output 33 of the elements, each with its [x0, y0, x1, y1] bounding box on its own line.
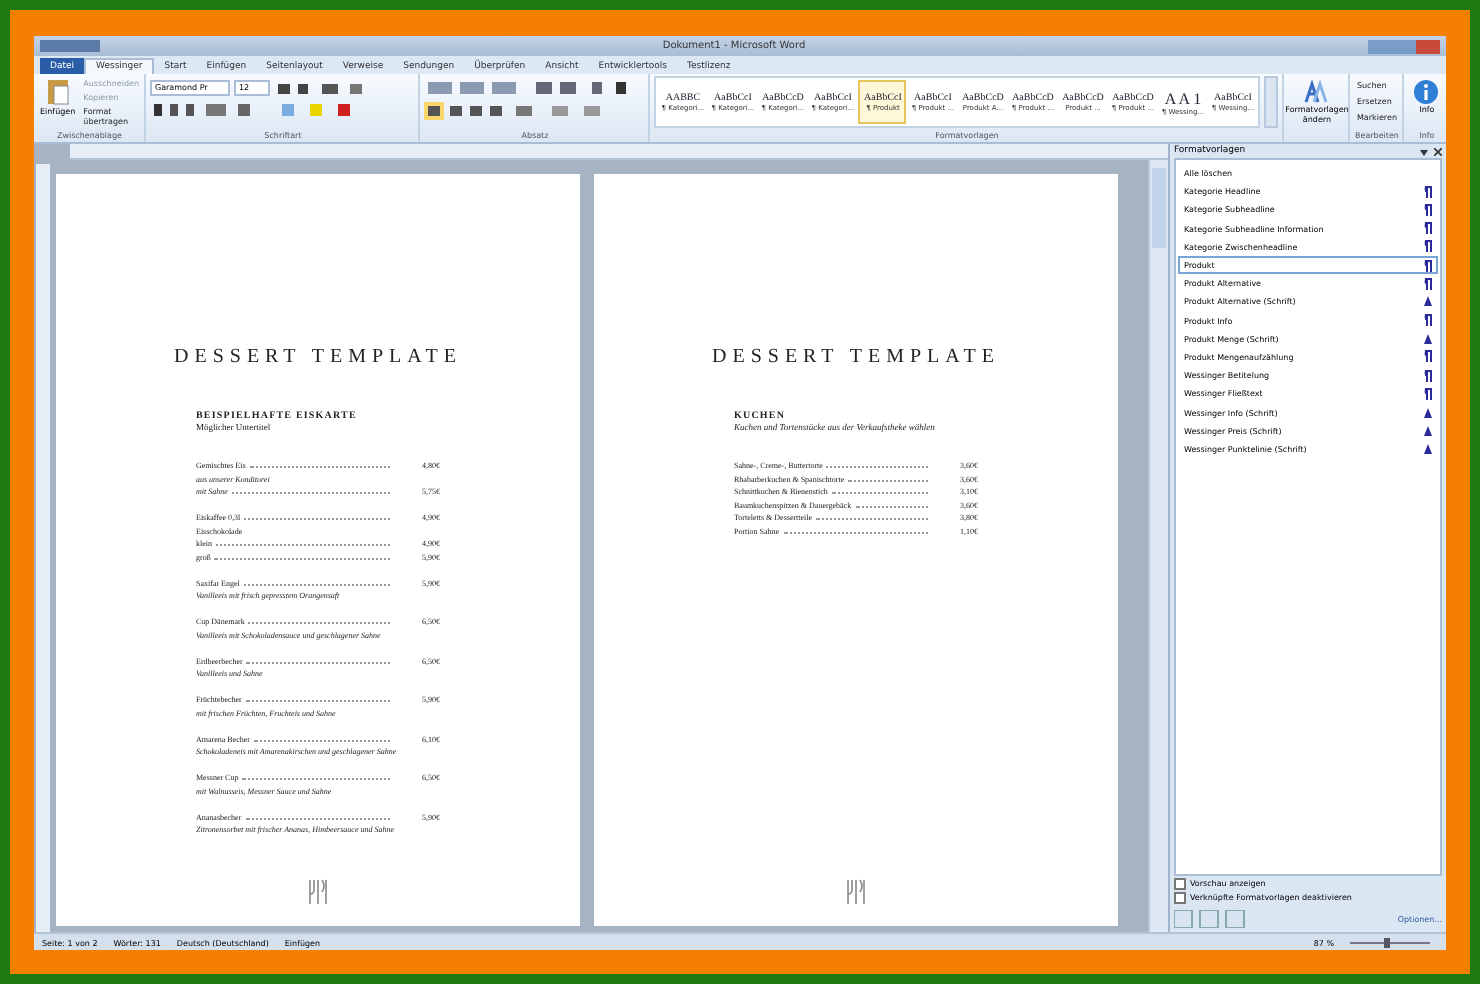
paragraph-mark-icon	[1424, 185, 1432, 198]
dot-leader	[816, 518, 928, 520]
cutlery-icon	[844, 878, 868, 906]
dot-leader	[253, 739, 390, 741]
cutlery-icon	[306, 878, 330, 906]
dot-leader	[855, 505, 928, 507]
dot-leader	[248, 622, 390, 624]
dot-leader	[249, 466, 390, 468]
character-mark-icon	[1424, 333, 1432, 344]
dot-leader	[848, 479, 928, 481]
clipboard-icon	[43, 78, 72, 106]
paragraph-mark-icon	[1424, 350, 1432, 363]
paragraph-mark-icon	[1424, 240, 1432, 253]
checkbox[interactable]	[1174, 891, 1186, 903]
paragraph-mark-icon	[1424, 203, 1432, 216]
dot-leader	[826, 466, 928, 468]
close-icon[interactable]	[1434, 147, 1442, 155]
paragraph-mark-icon	[1424, 387, 1432, 400]
vertical-scrollbar[interactable]	[1148, 160, 1168, 932]
paragraph-mark-icon	[1424, 277, 1432, 290]
paragraph-mark-icon	[1424, 259, 1432, 272]
dot-leader	[246, 661, 390, 663]
window-controls-icon[interactable]	[1368, 39, 1440, 53]
character-mark-icon	[1424, 296, 1432, 307]
paragraph-mark-icon	[1424, 222, 1432, 235]
dot-leader	[831, 492, 928, 494]
letters-icon	[1304, 80, 1329, 104]
checkbox[interactable]	[1174, 877, 1186, 889]
info-icon	[1414, 80, 1439, 104]
page-title: DESSERT TEMPLATE	[712, 346, 1000, 368]
page-title: DESSERT TEMPLATE	[174, 346, 462, 368]
paragraph-mark-icon	[1424, 369, 1432, 382]
paragraph-mark-icon	[1424, 314, 1432, 327]
